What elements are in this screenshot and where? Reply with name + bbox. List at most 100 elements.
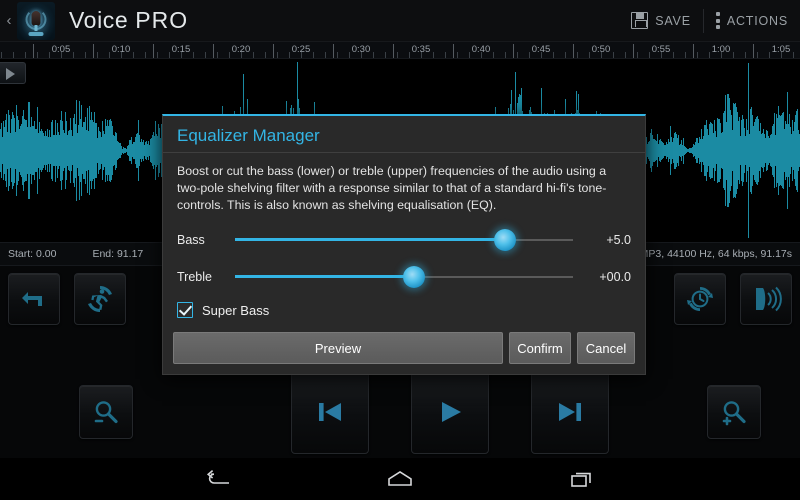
ruler-tick	[277, 52, 278, 58]
actions-label: ACTIONS	[726, 13, 788, 28]
ruler-tick	[385, 52, 386, 58]
slider-fill	[235, 275, 415, 279]
ruler-tick	[205, 52, 206, 58]
ruler-tick	[253, 52, 254, 58]
ruler-tick	[325, 52, 326, 58]
voice-effects-button[interactable]	[740, 273, 792, 325]
ruler-label: 0:50	[591, 44, 611, 55]
android-back-icon[interactable]	[205, 469, 231, 489]
floppy-disk-icon	[631, 12, 649, 29]
ruler-tick-major	[333, 44, 334, 58]
ruler-tick	[457, 52, 458, 58]
app-title-pro: PRO	[135, 7, 189, 33]
ruler-tick-major	[213, 44, 214, 58]
magnifier-minus-icon	[94, 401, 118, 424]
ruler-tick	[793, 52, 794, 58]
zoom-out-button[interactable]	[79, 385, 133, 439]
dialog-title: Equalizer Manager	[163, 116, 645, 153]
dialog-description: Boost or cut the bass (lower) or treble …	[177, 164, 607, 213]
android-recents-icon[interactable]	[569, 469, 595, 489]
treble-value: +00.0	[599, 270, 631, 285]
ruler-tick	[649, 52, 650, 58]
ruler-label: 0:30	[351, 44, 371, 55]
ruler-tick	[133, 52, 134, 58]
ruler-label: 0:35	[411, 44, 431, 55]
ruler-tick	[145, 52, 146, 58]
actions-button[interactable]: ACTIONS	[704, 0, 800, 42]
ruler-tick-major	[573, 44, 574, 58]
equalizer-manager-dialog: Equalizer Manager Boost or cut the bass …	[162, 114, 646, 376]
dialog-body: Boost or cut the bass (lower) or treble …	[163, 153, 645, 319]
treble-label: Treble	[177, 270, 212, 285]
play-button[interactable]	[411, 370, 489, 454]
ruler-tick	[85, 52, 86, 58]
ruler-label: 0:10	[111, 44, 131, 55]
super-bass-label: Super Bass	[202, 302, 270, 318]
voice-pro-app: ‹ Voice PRO SAVE ACTIONS 0:05 0:10 0:15 0:2…	[0, 0, 800, 500]
skip-next-button[interactable]	[531, 370, 609, 454]
bass-value: +5.0	[606, 233, 631, 248]
android-home-icon[interactable]	[386, 469, 414, 489]
cancel-button[interactable]: Cancel	[577, 332, 635, 365]
skip-next-icon	[559, 403, 581, 421]
ruler-tick	[337, 52, 338, 58]
ruler-tick-major	[753, 44, 754, 58]
ruler-label: 0:25	[291, 44, 311, 55]
ruler-tick-major	[93, 44, 94, 58]
ruler-tick	[709, 52, 710, 58]
ruler-tick	[193, 52, 194, 58]
ruler-tick	[409, 52, 410, 58]
end-time-label: End: 91.17	[92, 248, 144, 260]
ruler-tick	[625, 52, 626, 58]
zoom-in-button[interactable]	[707, 385, 761, 439]
microphone-icon	[17, 1, 55, 40]
undo-button[interactable]	[8, 273, 60, 325]
action-bar-buttons: SAVE ACTIONS	[619, 0, 800, 42]
ruler-tick	[769, 52, 770, 58]
bass-slider[interactable]	[235, 229, 573, 252]
preview-button[interactable]: Preview	[173, 332, 503, 365]
ruler-tick	[73, 52, 74, 58]
running-man-refresh-icon	[88, 286, 112, 312]
ruler-tick	[13, 52, 14, 58]
super-bass-checkbox[interactable]	[177, 302, 193, 319]
ruler-tick	[37, 52, 38, 58]
ruler-tick	[349, 52, 350, 58]
ruler-tick	[445, 52, 446, 58]
ruler-tick	[589, 52, 590, 58]
play-icon	[442, 402, 461, 422]
ruler-tick-major	[513, 44, 514, 58]
history-button[interactable]	[674, 273, 726, 325]
ruler-tick	[577, 52, 578, 58]
ruler-tick	[529, 52, 530, 58]
slider-thumb[interactable]	[403, 266, 426, 289]
playhead-handle[interactable]	[0, 62, 26, 84]
ruler-tick	[373, 52, 374, 58]
treble-slider[interactable]	[235, 266, 573, 289]
ruler-tick	[25, 52, 26, 58]
ruler-tick	[157, 52, 158, 58]
chevron-left-icon[interactable]: ‹	[2, 0, 16, 42]
slider-thumb[interactable]	[494, 229, 517, 252]
ruler-tick	[289, 52, 290, 58]
app-title-main: Voice	[69, 7, 136, 33]
ruler-tick	[733, 52, 734, 58]
timeline-ruler[interactable]: 0:05 0:10 0:15 0:20 0:25 0:30 0:35 0:40 0:45 0:50…	[0, 42, 800, 59]
ruler-tick-major	[633, 44, 634, 58]
save-button[interactable]: SAVE	[619, 0, 703, 42]
clock-refresh-icon	[687, 286, 713, 312]
slider-fill	[235, 238, 506, 242]
ruler-tick-major	[393, 44, 394, 58]
confirm-button[interactable]: Confirm	[509, 332, 571, 365]
magnifier-plus-icon	[722, 401, 746, 426]
skip-previous-button[interactable]	[291, 370, 369, 454]
ruler-tick	[469, 52, 470, 58]
ruler-tick	[517, 52, 518, 58]
ruler-label: 0:45	[531, 44, 551, 55]
run-effect-button[interactable]	[74, 273, 126, 325]
ruler-tick	[109, 52, 110, 58]
super-bass-row[interactable]: Super Bass	[177, 302, 631, 319]
start-time-label: Start: 0.00	[8, 248, 57, 260]
overflow-menu-icon	[715, 12, 720, 29]
audio-format-label: MP3, 44100 Hz, 64 kbps, 91.17s	[639, 248, 792, 260]
